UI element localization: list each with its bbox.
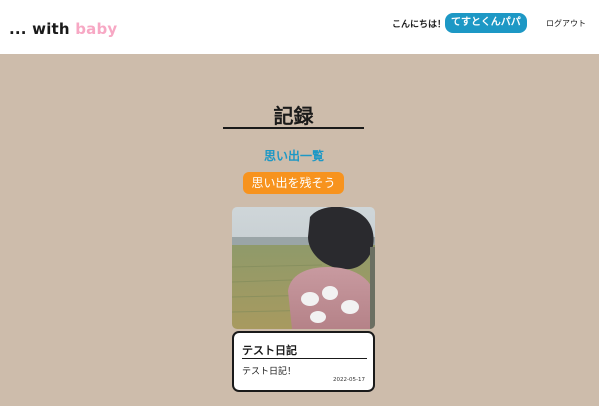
baby-photo-image bbox=[232, 207, 375, 329]
logo-dots: ... bbox=[9, 20, 27, 38]
diary-title-divider bbox=[242, 358, 367, 359]
logout-link[interactable]: ログアウト bbox=[546, 18, 586, 29]
logo-with: with bbox=[32, 20, 70, 38]
diary-body: テスト日記！ bbox=[242, 367, 297, 377]
site-logo[interactable]: ... with baby bbox=[9, 20, 117, 38]
diary-photo[interactable] bbox=[232, 207, 375, 329]
memories-list-link[interactable]: 思い出一覧 bbox=[200, 147, 388, 164]
site-header: ... with baby こんにちは！ てすとくんパパ ログアウト bbox=[0, 0, 599, 54]
greeting-text: こんにちは！ bbox=[392, 20, 447, 30]
create-memory-button[interactable]: 思い出を残そう bbox=[243, 172, 344, 194]
logo-baby: baby bbox=[75, 20, 118, 38]
page-title: 記録 bbox=[273, 104, 314, 128]
diary-date: 2022-05-17 bbox=[333, 377, 365, 383]
user-name-badge[interactable]: てすとくんパパ bbox=[445, 13, 527, 33]
title-underline bbox=[223, 127, 364, 129]
diary-card[interactable]: テスト日記 テスト日記！ 2022-05-17 bbox=[232, 331, 375, 392]
diary-title: テスト日記 bbox=[242, 344, 297, 357]
